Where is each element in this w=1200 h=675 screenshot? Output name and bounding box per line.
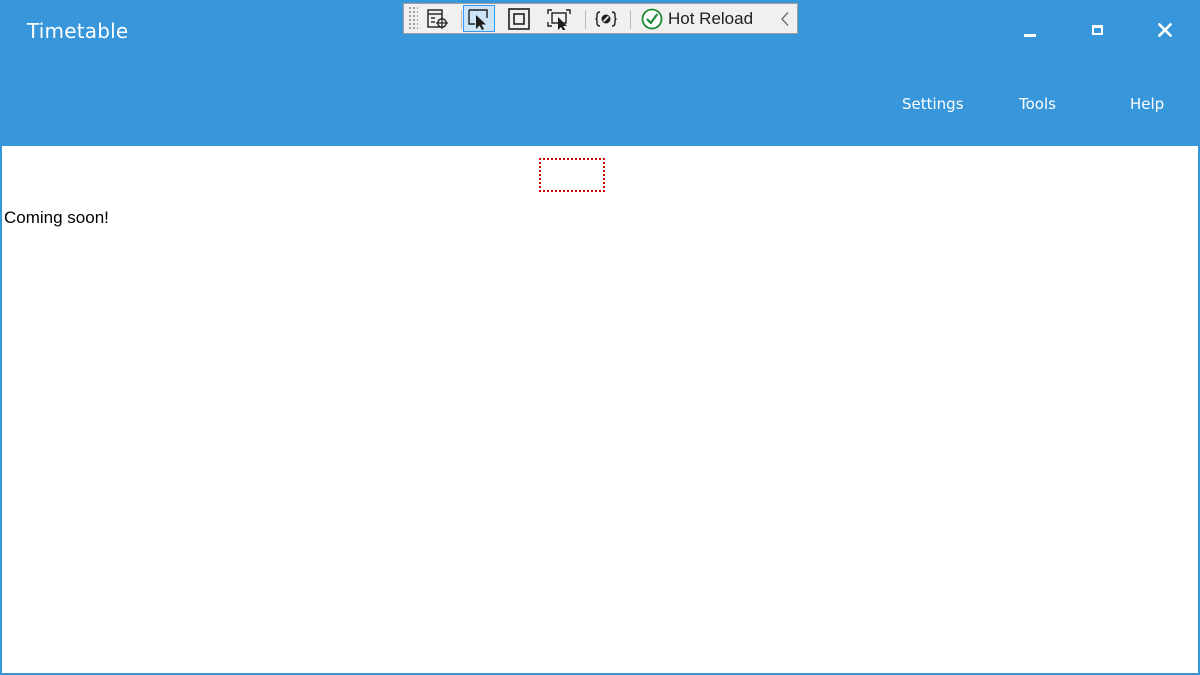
xaml-runtime-toolbar: Hot Reload: [403, 3, 798, 34]
go-to-live-visual-tree-button[interactable]: [422, 5, 454, 32]
hot-reload-button[interactable]: Hot Reload: [641, 7, 753, 31]
toolbar-separator: [585, 10, 586, 29]
go-to-live-visual-tree-icon: [427, 8, 448, 29]
display-layout-adorners-button[interactable]: [503, 5, 535, 32]
maximize-icon: [1091, 25, 1103, 35]
display-layout-adorners-icon: [508, 7, 530, 30]
app-window: Timetable Settings Tools Help Hot Reload…: [0, 0, 1200, 675]
coming-soon-text: Coming soon!: [4, 208, 109, 227]
menu-settings[interactable]: Settings: [902, 95, 964, 117]
toolbar-separator: [630, 10, 631, 29]
track-focused-element-icon: [547, 8, 571, 30]
binding-failures-button[interactable]: [590, 5, 622, 32]
minimize-icon: [1024, 33, 1036, 37]
menu-help[interactable]: Help: [1130, 95, 1164, 117]
collapse-toolbar-button[interactable]: [778, 9, 792, 29]
select-element-button[interactable]: [463, 5, 495, 32]
select-element-icon: [468, 8, 488, 30]
toolbar-grip[interactable]: [408, 6, 418, 31]
chevron-left-icon: [781, 12, 789, 26]
menu-tools[interactable]: Tools: [1019, 95, 1056, 117]
minimize-button[interactable]: [1007, 10, 1053, 50]
track-focused-element-button[interactable]: [543, 5, 575, 32]
close-button[interactable]: [1142, 10, 1188, 50]
app-title: Timetable: [27, 19, 129, 43]
toolbar-separator: [461, 10, 462, 29]
check-circle-icon: [641, 8, 663, 30]
selection-adorner: [539, 158, 605, 192]
close-icon: [1158, 23, 1172, 37]
hot-reload-label: Hot Reload: [668, 9, 754, 28]
binding-failures-icon: [595, 10, 617, 27]
maximize-button[interactable]: [1074, 10, 1120, 50]
